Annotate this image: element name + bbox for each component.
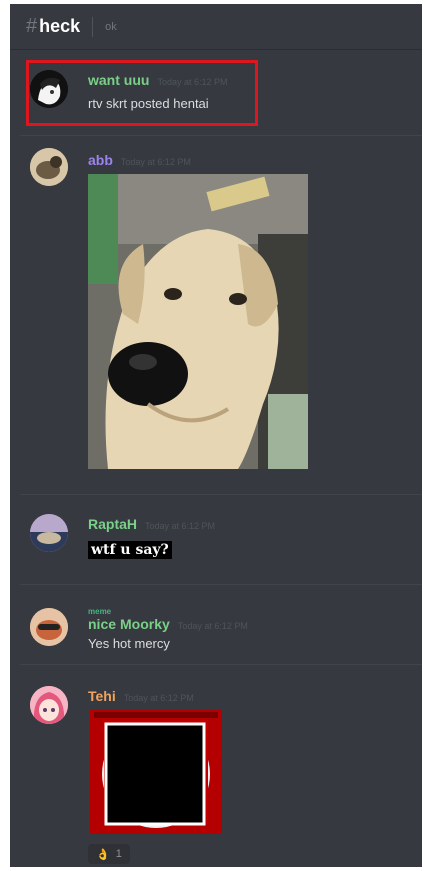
message-text: Yes hot mercy [88,636,170,651]
ok-hand-icon: 👌 [96,848,110,861]
message-divider [20,584,422,585]
red-framed-image-attachment[interactable] [90,710,222,834]
dog-photo-image [88,174,308,469]
timestamp: Today at 6:12 PM [123,693,194,703]
avatar-photo-icon [30,148,68,186]
dog-photo-attachment[interactable] [88,174,308,469]
avatar-photo-icon [30,608,68,646]
timestamp: Today at 6:12 PM [120,157,191,167]
reaction-button[interactable]: 👌 1 [88,844,130,864]
username-decoration: meme nice [88,607,116,634]
username[interactable]: RaptaH [88,516,137,532]
avatar-anime-girl-icon [30,686,68,724]
message-text: rtv skrt posted hentai [88,96,209,111]
channel-hash-icon: # [26,15,38,37]
timestamp: Today at 6:12 PM [157,77,228,87]
header-divider [92,16,94,37]
message-divider [20,664,422,665]
timestamp: Today at 6:12 PM [145,521,216,531]
avatar-anime-icon [30,70,68,108]
channel-name[interactable]: heck [39,16,80,37]
avatar[interactable] [30,608,68,646]
reaction-count: 1 [115,848,122,860]
timestamp: Today at 6:12 PM [177,621,248,631]
message-header: abb Today at 6:12 PM [88,152,191,168]
discord-window: # heck ok want uuu Today at 6:12 PM rtv … [10,4,422,867]
message-header: Tehi Today at 6:12 PM [88,688,194,704]
avatar[interactable] [30,70,68,108]
username[interactable]: abb [88,152,113,168]
username[interactable]: Tehi [88,688,116,704]
red-framed-image [90,710,222,834]
username-tag: meme [88,607,112,616]
message-header: meme nice Moorky Today at 6:12 PM [88,607,248,634]
avatar[interactable] [30,514,68,552]
message-header: RaptaH Today at 6:12 PM [88,516,215,532]
channel-header: # heck ok [10,4,422,50]
message-divider [20,494,422,495]
avatar[interactable] [30,148,68,186]
message-text-image: wtf u say? [88,541,172,559]
username[interactable]: Moorky [120,616,170,632]
username-prefix[interactable]: nice [88,616,116,632]
channel-topic: ok [105,20,117,33]
message-header: want uuu Today at 6:12 PM [88,72,227,88]
avatar-photo-icon [30,514,68,552]
message-divider [20,135,422,136]
username[interactable]: want uuu [88,72,149,88]
avatar[interactable] [30,686,68,724]
